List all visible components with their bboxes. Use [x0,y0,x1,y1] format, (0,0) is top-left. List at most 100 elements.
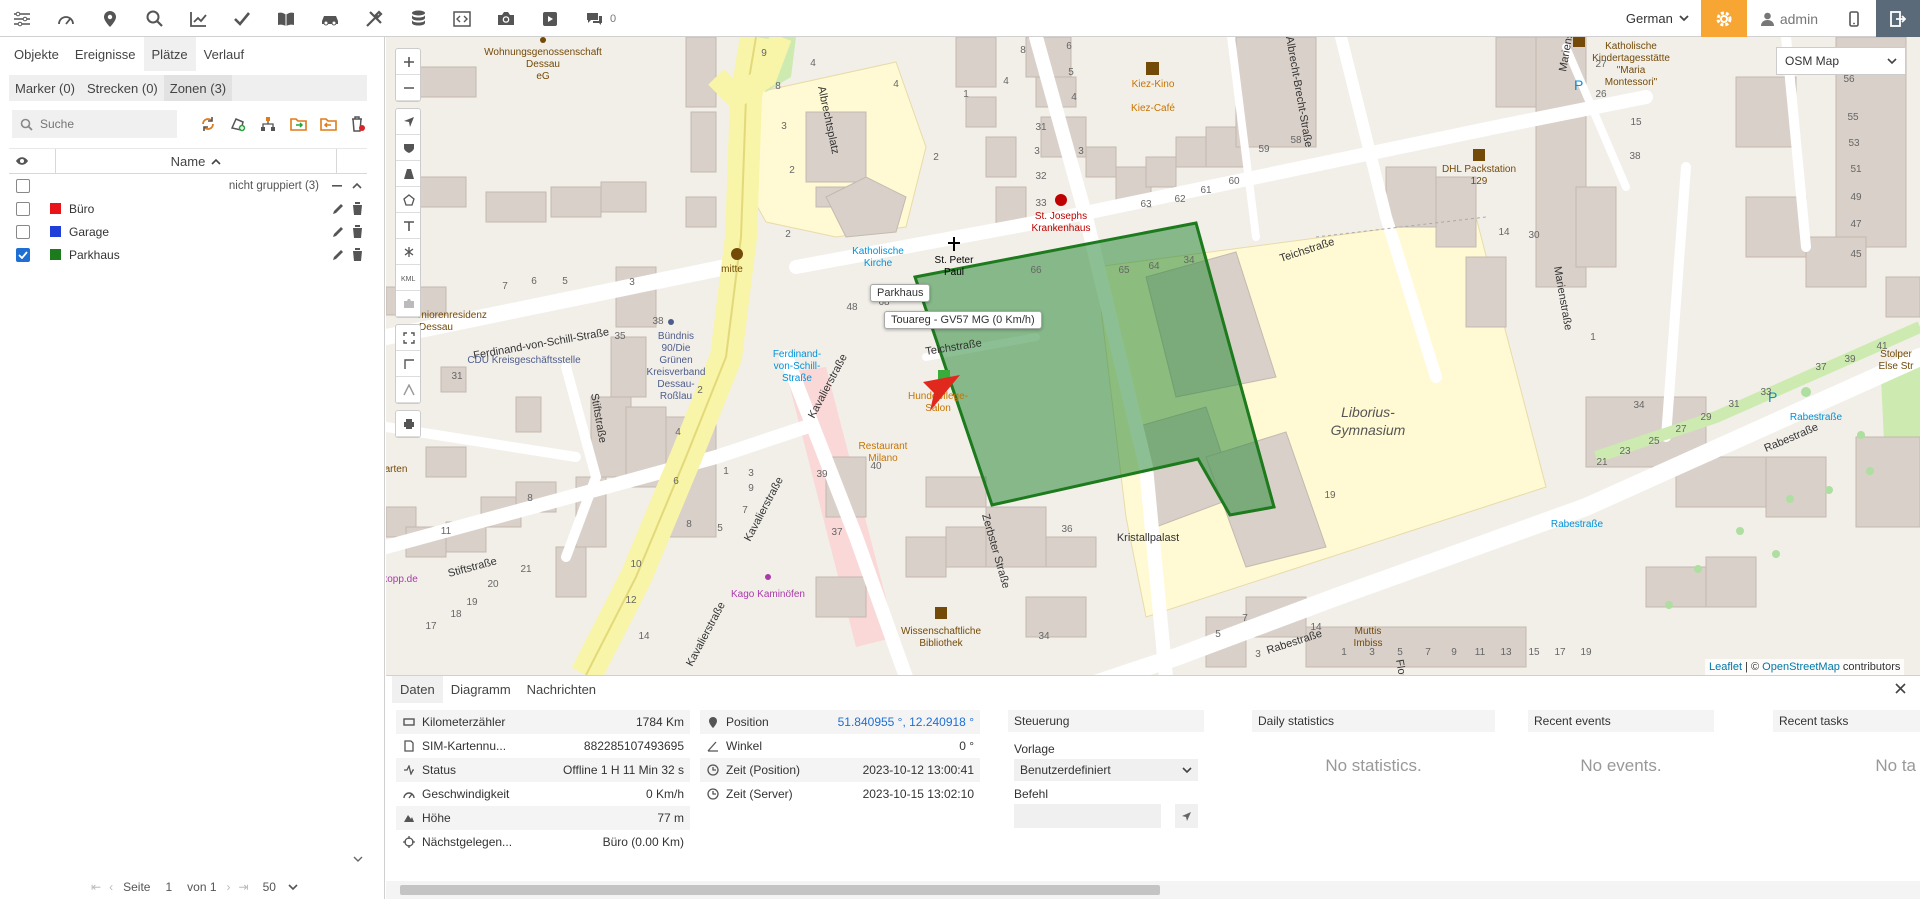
list-item[interactable]: Garage [9,220,367,243]
group-button[interactable] [253,110,283,138]
next-page-icon[interactable]: › [227,880,231,894]
row-checkbox[interactable] [16,201,30,216]
horizontal-scrollbar[interactable] [386,881,1920,899]
edit-button[interactable] [329,248,348,261]
tab-nachrichten[interactable]: Nachrichten [519,676,604,703]
osm-link[interactable]: OpenStreetMap [1762,661,1840,673]
leaflet-link[interactable]: Leaflet [1709,661,1742,673]
map-pin-icon[interactable] [88,0,132,37]
column-name-label: Name [170,153,206,169]
menu-icon[interactable] [0,0,44,37]
row-checkbox[interactable] [16,224,30,239]
map-label: Dessau [526,59,560,70]
search-box[interactable] [12,110,177,138]
user-menu[interactable]: admin [1747,0,1832,37]
car-icon[interactable] [308,0,352,37]
list-scrollbar[interactable] [352,177,364,867]
chart-icon[interactable] [176,0,220,37]
delete-all-button[interactable] [343,110,373,138]
tab-ereignisse[interactable]: Ereignisse [67,37,144,71]
search-input[interactable] [40,117,170,131]
list-item[interactable]: Parkhaus [9,243,367,266]
svg-text:64: 64 [1148,261,1160,272]
svg-text:KML: KML [401,276,416,283]
column-name[interactable]: Name [55,149,337,173]
svg-text:13: 13 [1500,647,1512,658]
mobile-button[interactable] [1832,0,1876,37]
ruler-button[interactable] [396,351,420,377]
svg-text:4: 4 [1071,92,1077,103]
check-icon[interactable] [220,0,264,37]
edit-button[interactable] [329,202,348,215]
angle-button[interactable] [396,377,420,403]
zoom-in-button[interactable] [396,49,420,75]
scrollbar-thumb[interactable] [400,885,1160,895]
search-icon[interactable] [132,0,176,37]
tab-verlauf[interactable]: Verlauf [196,37,252,71]
svg-text:58: 58 [1290,135,1302,146]
kml-button[interactable]: KML [396,265,420,291]
database-icon[interactable] [396,0,440,37]
send-command-button[interactable] [1174,804,1198,828]
svg-text:9: 9 [1451,647,1457,658]
tab-zonen[interactable]: Zonen (3) [163,75,233,101]
camera-icon[interactable] [484,0,528,37]
tab-strecken[interactable]: Strecken (0) [81,75,164,101]
code-icon[interactable] [440,0,484,37]
group-checkbox[interactable] [16,178,30,193]
dashboard-icon[interactable] [44,0,88,37]
language-select[interactable]: German [1614,0,1701,37]
tools-icon[interactable] [352,0,396,37]
list-item[interactable]: Büro [9,197,367,220]
add-zone-button[interactable] [223,110,253,138]
reload-button[interactable] [193,110,223,138]
logout-button[interactable] [1876,0,1920,37]
info-key: Zeit (Position) [726,763,801,777]
svg-text:27: 27 [1675,424,1687,435]
close-button[interactable] [1895,683,1906,694]
tab-diagramm[interactable]: Diagramm [443,676,519,703]
export-button[interactable] [313,110,343,138]
map-label: Bibliothek [919,638,963,649]
print-button[interactable] [396,411,420,437]
svg-text:31: 31 [451,371,463,382]
import-button[interactable] [283,110,313,138]
eye-icon[interactable] [9,156,35,166]
chevron-down-icon[interactable] [288,883,298,891]
group-collapse-button[interactable] [327,184,347,187]
command-input[interactable] [1014,804,1161,828]
film-icon[interactable] [528,0,572,37]
fullscreen-button[interactable] [396,325,420,351]
geofence-button[interactable] [396,187,420,213]
first-page-icon[interactable]: ⇤ [91,880,101,894]
tab-marker[interactable]: Marker (0) [9,75,81,101]
page-size[interactable]: 50 [263,880,276,894]
svg-text:33: 33 [1035,198,1047,209]
locate-button[interactable] [396,109,420,135]
template-select[interactable]: Benutzerdefiniert [1014,759,1198,781]
map-layer-select[interactable]: OSM Map [1776,47,1906,75]
details-panel: Daten Diagramm Nachrichten Kilometerzähl… [386,675,1920,899]
places-panel: Objekte Ereignisse Plätze Verlauf Marker… [0,37,385,899]
cluster-button[interactable] [396,239,420,265]
edit-button[interactable] [329,225,348,238]
text-button[interactable] [396,213,420,239]
shield-button[interactable] [396,135,420,161]
settings-button[interactable] [1700,0,1747,37]
zoom-out-button[interactable] [396,75,420,101]
page-number[interactable]: 1 [165,880,172,894]
road-button[interactable] [396,161,420,187]
tab-daten[interactable]: Daten [392,676,443,703]
tab-plaetze[interactable]: Plätze [143,37,196,71]
position-link[interactable]: 51.840955 °, 12.240918 ° [838,715,974,729]
tab-objekte[interactable]: Objekte [6,37,67,71]
command-row [1014,804,1198,828]
last-page-icon[interactable]: ⇥ [239,880,249,894]
book-icon[interactable] [264,0,308,37]
svg-text:5: 5 [1215,629,1221,640]
prev-page-icon[interactable]: ‹ [109,880,113,894]
map-label: Kreisverband [647,367,706,378]
row-checkbox[interactable] [16,247,30,262]
snapshot-button[interactable] [396,291,420,317]
map-view[interactable]: Ferdinand-von-Schill-Straße Teichstraße … [386,37,1920,675]
